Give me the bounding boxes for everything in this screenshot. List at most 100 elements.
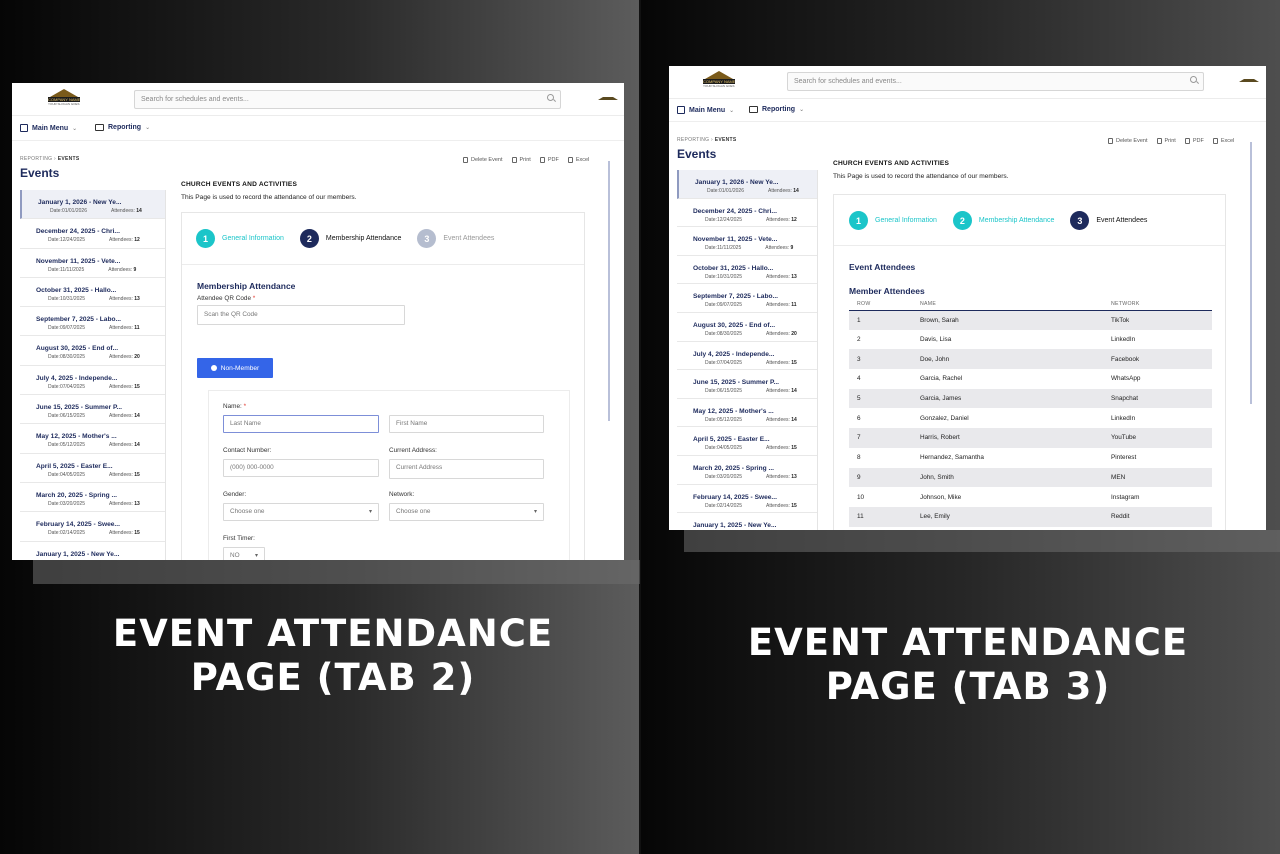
list-item[interactable]: May 12, 2025 - Mother's ... Date:05/12/20… — [677, 399, 817, 428]
list-item[interactable]: January 1, 2026 - New Ye... Date:01/01/20… — [677, 170, 817, 199]
step-tab-3[interactable]: 3 Event Attendees — [1070, 211, 1147, 230]
list-item[interactable]: February 14, 2025 - Swee... Date:02/14/20… — [20, 512, 165, 542]
event-date: Date:01/01/2026 — [707, 188, 744, 194]
name-label-text: Name: — [223, 403, 242, 410]
table-row[interactable]: 9 John, Smith MEN — [849, 467, 1212, 488]
list-item[interactable]: December 24, 2025 - Chri... Date:12/24/20… — [20, 219, 165, 249]
action-label: Excel — [1220, 138, 1235, 144]
table-row[interactable]: 6 Gonzalez, Daniel LinkedIn — [849, 408, 1212, 428]
step-tab-2[interactable]: 2 Membership Attendance — [952, 211, 1054, 230]
scrollbar[interactable] — [608, 161, 610, 421]
list-item[interactable]: September 7, 2025 - Labo... Date:09/07/20… — [677, 284, 817, 313]
last-name-input[interactable]: Last Name — [223, 415, 379, 433]
list-item[interactable]: January 1, 2025 - New Ye... — [20, 542, 165, 560]
col-name[interactable]: NAME — [920, 298, 1111, 311]
table-row[interactable]: 4 Garcia, Rachel WhatsApp — [849, 369, 1212, 389]
list-item[interactable]: September 7, 2025 - Labo... Date:09/07/20… — [20, 307, 165, 337]
table-row[interactable]: 7 Harris, Robert YouTube — [849, 428, 1212, 448]
table-row[interactable]: 3 Doe, John Facebook — [849, 349, 1212, 370]
main-menu[interactable]: Main Menu ⌄ — [20, 124, 77, 132]
event-attendees: Attendees: 14 — [99, 208, 142, 214]
col-row[interactable]: ROW — [849, 298, 920, 311]
breadcrumb-parent[interactable]: REPORTING — [677, 137, 709, 143]
address-textarea[interactable]: Current Address — [389, 459, 544, 479]
list-item[interactable]: June 15, 2025 - Summer P... Date:06/15/20… — [20, 395, 165, 425]
gender-select[interactable]: Choose one — [223, 503, 379, 521]
step-tab-1[interactable]: 1 General Information — [196, 229, 284, 248]
step-number: 1 — [196, 229, 215, 248]
event-meta: Date:12/24/2025 Attendees: 12 — [693, 217, 817, 223]
event-date: Date:09/07/2025 — [705, 302, 742, 309]
pdf-button[interactable]: PDF — [539, 157, 559, 163]
list-item[interactable]: February 14, 2025 - Swee... Date:02/14/20… — [677, 485, 817, 514]
breadcrumb-parent[interactable]: REPORTING — [20, 156, 52, 162]
event-attendees: Attendees: 15 — [754, 360, 797, 366]
company-logo[interactable]: COMPANY NAME YOUR SLOGAN GOES HERE — [44, 89, 84, 111]
network-select[interactable]: Choose one — [389, 503, 544, 521]
list-item[interactable]: October 31, 2025 - Hallo... Date:10/31/20… — [20, 278, 165, 308]
pdf-button[interactable]: PDF — [1184, 138, 1204, 144]
attendee-network: WhatsApp — [1111, 375, 1141, 383]
table-row[interactable]: 8 Hernandez, Samantha Pinterest — [849, 448, 1212, 468]
list-item[interactable]: March 20, 2025 - Spring ... Date:03/20/20… — [20, 483, 165, 513]
table-row[interactable]: 11 Lee, Emily Reddit — [849, 506, 1212, 527]
reporting-menu[interactable]: Reporting ⌄ — [95, 124, 150, 131]
attendees-label: Attendees: — [108, 266, 133, 273]
step-tab-2[interactable]: 2 Membership Attendance — [299, 229, 401, 248]
list-item[interactable]: June 15, 2025 - Summer P... Date:06/15/20… — [677, 370, 817, 399]
search-input[interactable]: Search for schedules and events... — [134, 90, 561, 109]
event-title: April 5, 2025 - Easter E... — [36, 462, 113, 470]
qr-code-input[interactable]: Scan the QR Code — [197, 305, 405, 325]
list-item[interactable]: November 11, 2025 - Vete... Date:11/11/20… — [20, 249, 165, 278]
list-item[interactable]: May 12, 2025 - Mother's ... Date:05/12/20… — [20, 424, 165, 454]
list-item[interactable]: August 30, 2025 - End of... Date:08/30/20… — [677, 313, 817, 342]
print-button[interactable]: Print — [1156, 138, 1176, 144]
search-input[interactable]: Search for schedules and events... — [787, 72, 1204, 91]
list-item[interactable]: March 20, 2025 - Spring ... Date:03/20/20… — [677, 456, 817, 485]
event-date: Date:11/11/2025 — [705, 245, 742, 252]
profile-icon[interactable] — [598, 95, 618, 101]
company-logo[interactable]: COMPANY NAME YOUR SLOGAN GOES HERE — [699, 71, 739, 93]
contact-number-input[interactable]: (000) 000-0000 — [223, 459, 379, 477]
table-row[interactable]: 10 Johnson, Mike Instagram — [849, 487, 1212, 507]
delete-event-button[interactable]: Delete Event — [463, 157, 503, 163]
list-item[interactable]: July 4, 2025 - Independe... Date:07/04/20… — [677, 342, 817, 371]
list-item[interactable]: April 5, 2025 - Easter E... Date:04/05/20… — [20, 454, 165, 483]
first-name-input[interactable]: First Name — [389, 415, 544, 433]
step-tab-3[interactable]: 3 Event Attendees — [417, 229, 494, 248]
list-item[interactable]: January 1, 2026 - New Ye... Date:01/01/20… — [20, 190, 165, 220]
excel-button[interactable]: Excel — [1212, 138, 1235, 144]
event-attendees: Attendees: 20 — [754, 331, 797, 337]
table-row[interactable]: 2 Davis, Lisa LinkedIn — [849, 330, 1212, 350]
list-item[interactable]: December 24, 2025 - Chri... Date:12/24/20… — [677, 199, 817, 228]
attendees-count: 11 — [134, 325, 140, 332]
col-network[interactable]: NETWORK — [1111, 298, 1212, 311]
table-row[interactable]: 1 Brown, Sarah TikTok — [849, 310, 1212, 330]
list-item[interactable]: January 1, 2025 - New Ye... — [677, 513, 817, 530]
attendees-count: 15 — [134, 383, 140, 390]
list-item[interactable]: August 30, 2025 - End of... Date:08/30/20… — [20, 336, 165, 366]
event-title: December 24, 2025 - Chri... — [693, 207, 777, 215]
delete-event-button[interactable]: Delete Event — [1108, 138, 1148, 144]
list-item[interactable]: October 31, 2025 - Hallo... Date:10/31/20… — [677, 256, 817, 285]
list-item[interactable]: July 4, 2025 - Independe... Date:07/04/20… — [20, 366, 165, 396]
right-shot-shadow — [684, 530, 1280, 552]
attendee-name: Harris, Robert — [920, 428, 1111, 448]
non-member-button[interactable]: Non-Member — [197, 358, 273, 378]
print-button[interactable]: Print — [511, 157, 531, 163]
search-icon[interactable] — [547, 94, 554, 101]
main-menu[interactable]: Main Menu ⌄ — [677, 106, 734, 114]
profile-icon[interactable] — [1239, 77, 1259, 83]
search-icon[interactable] — [1190, 76, 1197, 83]
event-meta: Date:03/20/2025 Attendees: 13 — [693, 474, 817, 480]
first-timer-select[interactable]: NO — [223, 547, 265, 560]
scrollbar[interactable] — [1250, 142, 1252, 404]
list-item[interactable]: November 11, 2025 - Vete... Date:11/11/20… — [677, 227, 817, 256]
reporting-menu[interactable]: Reporting ⌄ — [749, 106, 804, 113]
event-attendees: Attendees: 13 — [97, 296, 140, 302]
excel-button[interactable]: Excel — [567, 157, 589, 163]
event-title: September 7, 2025 - Labo... — [36, 316, 122, 324]
list-item[interactable]: April 5, 2025 - Easter E... Date:04/05/20… — [677, 427, 817, 456]
step-tab-1[interactable]: 1 General Information — [849, 211, 937, 230]
table-row[interactable]: 5 Garcia, James Snapchat — [849, 388, 1212, 409]
